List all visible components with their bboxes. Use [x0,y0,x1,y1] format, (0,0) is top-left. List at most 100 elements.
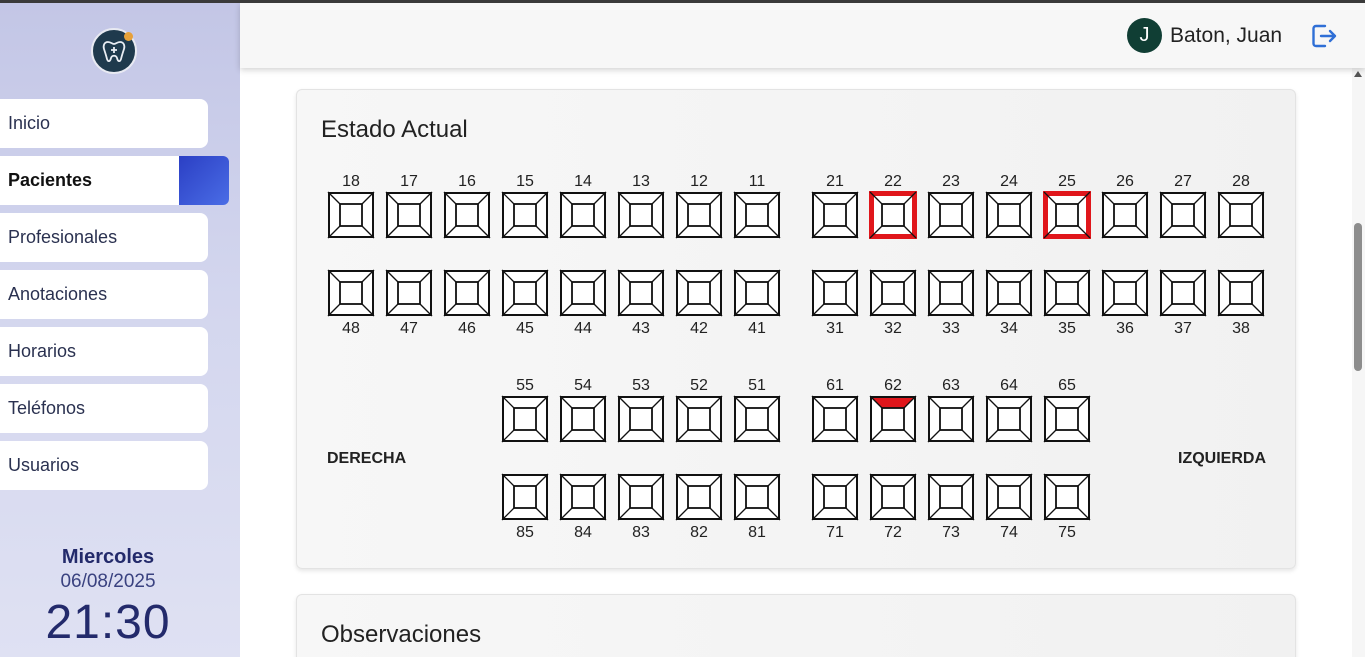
tooth-44[interactable] [559,269,607,317]
sidebar-item-telefonos[interactable]: Teléfonos [0,384,208,433]
tooth-center [997,281,1021,305]
tooth-65[interactable] [1043,395,1091,443]
tooth-17[interactable] [385,191,433,239]
tooth-37[interactable] [1159,269,1207,317]
tooth-number: 54 [574,377,592,394]
tooth-center [997,407,1021,431]
tooth-number: 44 [574,320,592,337]
tooth-48[interactable] [327,269,375,317]
tooth-45[interactable] [501,269,549,317]
tooth-number: 31 [826,320,844,337]
tooth-53[interactable] [617,395,665,443]
tooth-51[interactable] [733,395,781,443]
tooth-24[interactable] [985,191,1033,239]
tooth-52[interactable] [675,395,723,443]
sidebar-item-horarios[interactable]: Horarios [0,327,208,376]
logo-dot [124,32,133,41]
tooth-number: 21 [826,173,844,190]
main-content: Estado Actual DERECHA IZQUIERDA 18 17 16 15… [240,68,1352,657]
scrollbar-thumb[interactable] [1354,223,1362,371]
tooth-47[interactable] [385,269,433,317]
tooth-13[interactable] [617,191,665,239]
top-header: J Baton, Juan [240,3,1365,68]
logout-icon[interactable] [1308,21,1338,51]
tooth-85[interactable] [501,473,549,521]
tooth-center [1113,203,1137,227]
tooth-26[interactable] [1101,191,1149,239]
tooth-11[interactable] [733,191,781,239]
tooth-83[interactable] [617,473,665,521]
tooth-41[interactable] [733,269,781,317]
tooth-number: 85 [516,524,534,541]
card-title-observaciones: Observaciones [321,621,482,648]
tooth-center [397,203,421,227]
tooth-74[interactable] [985,473,1033,521]
tooth-22[interactable] [869,191,917,239]
tooth-42[interactable] [675,269,723,317]
sidebar-item-usuarios[interactable]: Usuarios [0,441,208,490]
tooth-18[interactable] [327,191,375,239]
tooth-14[interactable] [559,191,607,239]
tooth-center [745,203,769,227]
tooth-16[interactable] [443,191,491,239]
tooth-72[interactable] [869,473,917,521]
sidebar-item-profesionales[interactable]: Profesionales [0,213,208,262]
tooth-64[interactable] [985,395,1033,443]
tooth-number: 51 [748,377,766,394]
tooth-number: 62 [884,377,902,394]
tooth-number: 47 [400,320,418,337]
scroll-up-arrow-icon[interactable] [1354,71,1362,77]
tooth-center [571,485,595,509]
page-scrollbar[interactable] [1352,68,1365,657]
sidebar: Inicio Pacientes Profesionales Anotacion… [0,3,240,657]
tooth-32[interactable] [869,269,917,317]
tooth-center [1171,281,1195,305]
tooth-center [513,485,537,509]
tooth-63[interactable] [927,395,975,443]
tooth-43[interactable] [617,269,665,317]
sidebar-item-label: Horarios [8,341,77,361]
estado-actual-card: Estado Actual DERECHA IZQUIERDA 18 17 16 15… [296,89,1296,569]
tooth-number: 82 [690,524,708,541]
tooth-38[interactable] [1217,269,1265,317]
sidebar-item-anotaciones[interactable]: Anotaciones [0,270,208,319]
tooth-35[interactable] [1043,269,1091,317]
tooth-33[interactable] [927,269,975,317]
tooth-62[interactable] [869,395,917,443]
tooth-25[interactable] [1043,191,1091,239]
tooth-73[interactable] [927,473,975,521]
user-name: Baton, Juan [1170,24,1283,47]
avatar[interactable]: J [1127,18,1162,53]
tooth-number: 38 [1232,320,1250,337]
tooth-center [1055,407,1079,431]
sidebar-item-label: Profesionales [8,227,118,247]
tooth-number: 33 [942,320,960,337]
tooth-number: 35 [1058,320,1076,337]
tooth-71[interactable] [811,473,859,521]
tooth-number: 81 [748,524,766,541]
tooth-center [687,407,711,431]
sidebar-item-label: Pacientes [8,170,93,190]
tooth-number: 22 [884,173,902,190]
tooth-34[interactable] [985,269,1033,317]
active-indicator [179,156,229,205]
tooth-84[interactable] [559,473,607,521]
tooth-46[interactable] [443,269,491,317]
tooth-54[interactable] [559,395,607,443]
tooth-center [939,203,963,227]
sidebar-item-inicio[interactable]: Inicio [0,99,208,148]
tooth-12[interactable] [675,191,723,239]
tooth-36[interactable] [1101,269,1149,317]
tooth-27[interactable] [1159,191,1207,239]
tooth-82[interactable] [675,473,723,521]
tooth-21[interactable] [811,191,859,239]
tooth-15[interactable] [501,191,549,239]
sidebar-item-pacientes[interactable]: Pacientes [0,156,229,205]
tooth-28[interactable] [1217,191,1265,239]
tooth-75[interactable] [1043,473,1091,521]
tooth-23[interactable] [927,191,975,239]
tooth-81[interactable] [733,473,781,521]
tooth-31[interactable] [811,269,859,317]
tooth-61[interactable] [811,395,859,443]
tooth-55[interactable] [501,395,549,443]
